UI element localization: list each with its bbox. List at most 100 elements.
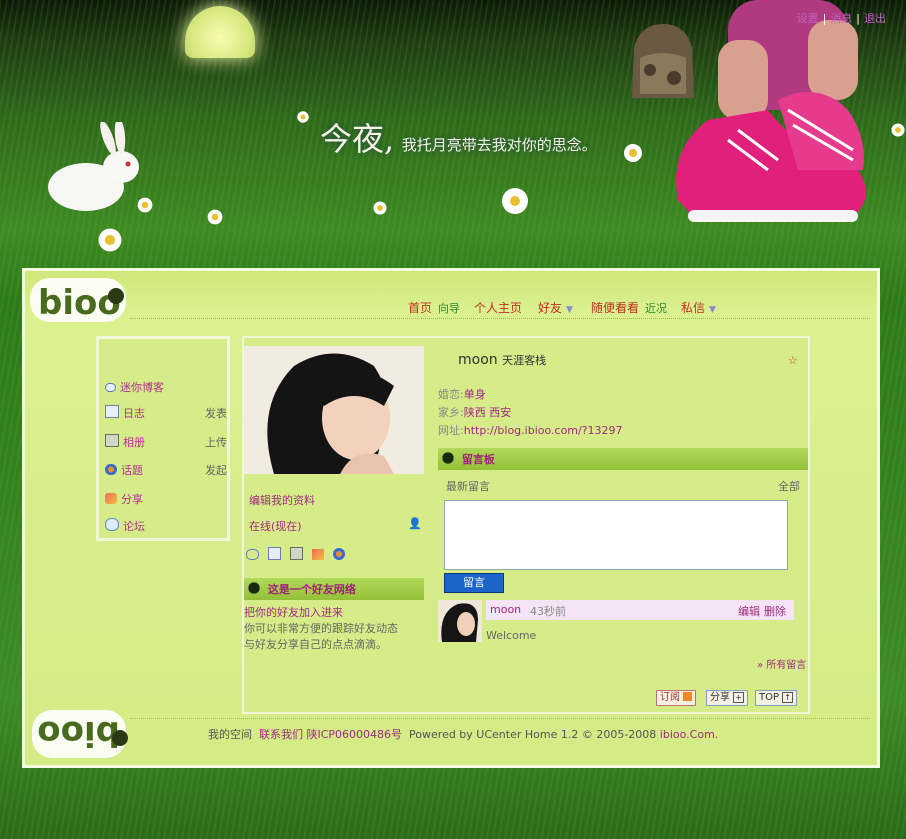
profile-name-row: moon 天涯客栈 [458,352,546,368]
footer-myspace[interactable]: 我的空间 [208,728,252,741]
nav-random[interactable]: 随便看看 [591,301,639,315]
comment-edit-link[interactable]: 编辑 [738,603,760,619]
nav-guide[interactable]: 向导 [438,302,460,315]
sidebar: 迷你博客 日志 发表 相册 上传 话题 发起 分享 论坛 [96,336,230,541]
sidebar-item-label: 话题 [121,464,143,477]
footer-powered: Powered by UCenter Home 1.2 © 2005-2008 [409,728,657,741]
sidebar-item-share[interactable]: 分享 [105,491,143,507]
users-icon [105,464,117,475]
comment-time: 43秒前 [530,605,566,618]
friends-title: 这是一个好友网络 [267,583,356,596]
chevron-down-icon[interactable]: ▼ [566,305,573,315]
sidebar-item-album[interactable]: 相册 上传 [105,434,227,450]
all-link[interactable]: 全部 [778,478,800,494]
album-icon[interactable] [290,547,303,560]
speech-bubble-icon [105,383,116,392]
all-messages-link[interactable]: » 所有留言 [757,656,806,671]
edit-profile-link[interactable]: 编辑我的资料 [249,492,315,508]
forum-icon [105,518,119,531]
online-status: 在线(现在) [249,520,302,533]
nav-friends[interactable]: 好友 [538,301,562,315]
board-header: 留言板 [438,448,808,470]
comment-text: Welcome [486,629,537,642]
logo-text: bioo [37,713,120,753]
sidebar-item-mini-blog[interactable]: 迷你博客 [105,379,164,395]
nav-home[interactable]: 首页 [408,301,432,315]
share-button[interactable]: 分享 + [706,690,748,706]
footer-contact-link[interactable]: 联系我们 [259,728,303,741]
url-label: 网址: [438,424,464,437]
daisy-icon [624,144,642,162]
message-textarea[interactable] [444,500,788,570]
rss-icon [683,692,693,701]
sidebar-item-forum[interactable]: 论坛 [105,518,145,534]
subscribe-button[interactable]: 订阅 [656,690,697,706]
url-value[interactable]: http://blog.ibioo.com/?13297 [464,424,623,437]
sidebar-item-topic[interactable]: 话题 发起 [105,462,227,478]
sidebar-item-action[interactable]: 发起 [205,462,235,478]
post-message-button[interactable]: 留言 [444,573,504,593]
rabbit-image [48,122,139,211]
avatar[interactable] [244,346,424,474]
marital-label: 婚恋: [438,388,464,401]
slogan-big: 今夜, [320,120,395,158]
main-nav: 首页 向导 个人主页 好友 ▼ 随便看看 近况 私信 ▼ [408,299,734,316]
marital-row: 婚恋:单身 [438,386,486,402]
nav-recent[interactable]: 近况 [645,302,667,315]
nav-pm[interactable]: 私信 [681,301,705,315]
logout-link[interactable]: 退出 [864,12,886,25]
all-messages-label: » 所有留言 [757,660,807,671]
share-icon[interactable] [312,549,324,560]
subscribe-label: 订阅 [660,692,680,703]
slogan-small: 我托月亮带去我对你的思念。 [401,136,597,154]
comment-user[interactable]: moon [490,603,521,616]
nav-divider [130,318,870,319]
sidebar-item-action[interactable]: 发表 [205,405,235,421]
top-button[interactable]: TOP ↑ [755,690,797,706]
star-icon[interactable]: ☆ [788,354,798,367]
invite-friends-link[interactable]: 把你的好友加入进来 [244,604,343,620]
site-name: 天涯客栈 [502,354,547,367]
users-icon[interactable] [333,548,345,560]
site-logo[interactable]: bioo [30,272,134,330]
friends-desc-2: 与好友分享自己的点点滴滴。 [244,638,387,651]
daisy-icon [137,197,153,213]
share-label: 分享 [710,692,730,703]
url-row: 网址:http://blog.ibioo.com/?13297 [438,422,623,438]
blog-icon [105,405,119,418]
logo-text: bioo [38,283,121,323]
settings-link[interactable]: 设置 [797,12,819,25]
sidebar-item-label: 论坛 [123,520,145,533]
daisy-icon [373,201,387,215]
sidebar-item-label: 迷你博客 [120,381,164,394]
footer-divider [130,718,870,719]
comment-avatar[interactable] [438,600,482,642]
blog-icon[interactable] [268,547,281,560]
speech-bubble-icon[interactable] [246,549,259,560]
messages-link[interactable]: 消息 [830,12,852,25]
footer: 我的空间 联系我们 陕ICP06000486号 Powered by UCent… [208,726,718,742]
sidebar-item-action[interactable]: 上传 [205,434,235,450]
comment-delete-link[interactable]: 删除 [764,603,786,619]
plant-icon [438,448,458,468]
nav-profile[interactable]: 个人主页 [474,301,522,315]
plus-icon: + [733,692,744,703]
daisy-icon [891,123,905,137]
footer-site-link[interactable]: ibioo.Com. [660,728,718,741]
chevron-down-icon[interactable]: ▼ [709,305,716,315]
daisy-icon [297,111,309,123]
album-icon [105,434,119,447]
home-value[interactable]: 陕西 西安 [464,406,512,419]
user-icon: 👤 [408,517,422,530]
sneakers-image [676,0,866,222]
footer-icp[interactable]: 陕ICP06000486号 [307,728,403,741]
marital-value[interactable]: 单身 [464,388,486,401]
header-slogan: 今夜, 我托月亮带去我对你的思念。 [320,114,597,160]
daisy-icon [207,209,223,225]
home-label: 家乡: [438,406,464,419]
daisy-icon [98,228,122,252]
top-label: TOP [759,692,780,703]
sidebar-item-blog[interactable]: 日志 发表 [105,405,227,421]
arrow-up-icon: ↑ [782,692,793,703]
avatar-photo [244,346,424,474]
